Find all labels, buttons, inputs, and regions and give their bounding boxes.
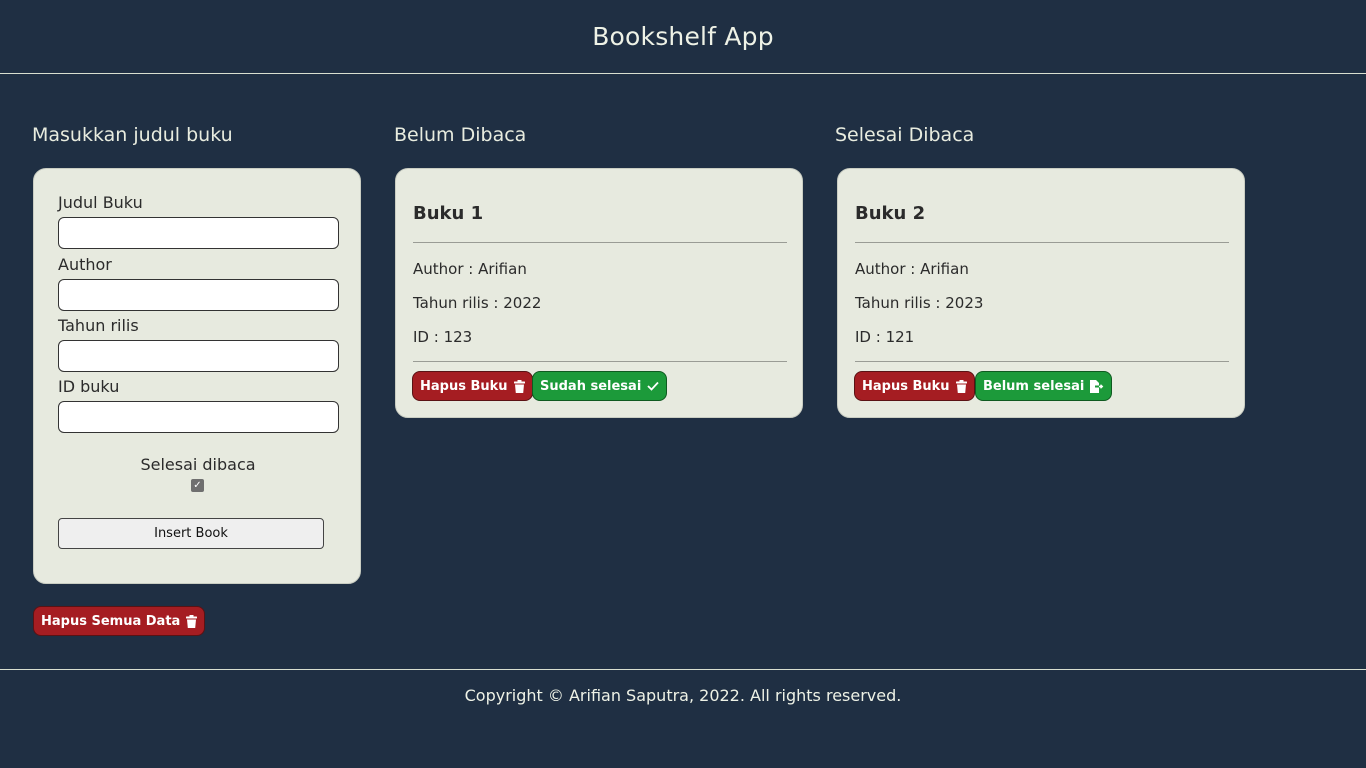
delete-book-label: Hapus Buku [862, 378, 950, 394]
book-author: Author : Arifian [855, 260, 969, 278]
book-author: Author : Arifian [413, 260, 527, 278]
finished-checkbox-label: Selesai dibaca [140, 455, 256, 474]
year-field-label: Tahun rilis [58, 316, 139, 335]
divider [855, 361, 1229, 362]
form-heading: Masukkan judul buku [32, 124, 233, 146]
book-card: Buku 1 Author : Arifian Tahun rilis : 20… [395, 168, 803, 418]
clear-all-label: Hapus Semua Data [41, 613, 181, 629]
app-header: Bookshelf App [0, 0, 1366, 74]
file-export-icon [1090, 379, 1104, 393]
mark-finished-label: Sudah selesai [540, 378, 642, 394]
delete-book-label: Hapus Buku [420, 378, 508, 394]
delete-book-button[interactable]: Hapus Buku [854, 371, 975, 401]
year-input[interactable] [58, 340, 339, 372]
app-title: Bookshelf App [592, 22, 774, 51]
app-footer: Copyright © Arifian Saputra, 2022. All r… [0, 669, 1366, 729]
insert-book-button[interactable]: Insert Book [58, 518, 324, 549]
insert-book-form: Judul Buku Author Tahun rilis ID buku Se… [33, 168, 361, 584]
trash-icon [955, 379, 967, 393]
id-input[interactable] [58, 401, 339, 433]
book-card: Buku 2 Author : Arifian Tahun rilis : 20… [837, 168, 1245, 418]
title-input[interactable] [58, 217, 339, 249]
check-icon [647, 381, 659, 391]
unread-heading: Belum Dibaca [394, 124, 527, 146]
id-field-label: ID buku [58, 377, 120, 396]
mark-unfinished-label: Belum selesai [983, 378, 1085, 394]
title-field-label: Judul Buku [58, 193, 143, 212]
divider [413, 242, 787, 243]
author-field-label: Author [58, 255, 112, 274]
book-title: Buku 1 [413, 203, 484, 224]
check-icon: ✓ [193, 480, 202, 491]
book-id: ID : 123 [413, 328, 473, 346]
author-input[interactable] [58, 279, 339, 311]
book-year: Tahun rilis : 2023 [855, 294, 984, 312]
mark-unfinished-button[interactable]: Belum selesai [975, 371, 1113, 401]
finished-checkbox[interactable]: ✓ [191, 479, 204, 492]
book-id: ID : 121 [855, 328, 915, 346]
clear-all-button[interactable]: Hapus Semua Data [33, 606, 206, 636]
divider [413, 361, 787, 362]
trash-icon [186, 614, 198, 628]
trash-icon [513, 379, 525, 393]
book-year: Tahun rilis : 2022 [413, 294, 542, 312]
book-title: Buku 2 [855, 203, 926, 224]
mark-finished-button[interactable]: Sudah selesai [532, 371, 668, 401]
delete-book-button[interactable]: Hapus Buku [412, 371, 533, 401]
copyright-text: Copyright © Arifian Saputra, 2022. All r… [464, 686, 902, 705]
read-heading: Selesai Dibaca [835, 124, 975, 146]
divider [855, 242, 1229, 243]
